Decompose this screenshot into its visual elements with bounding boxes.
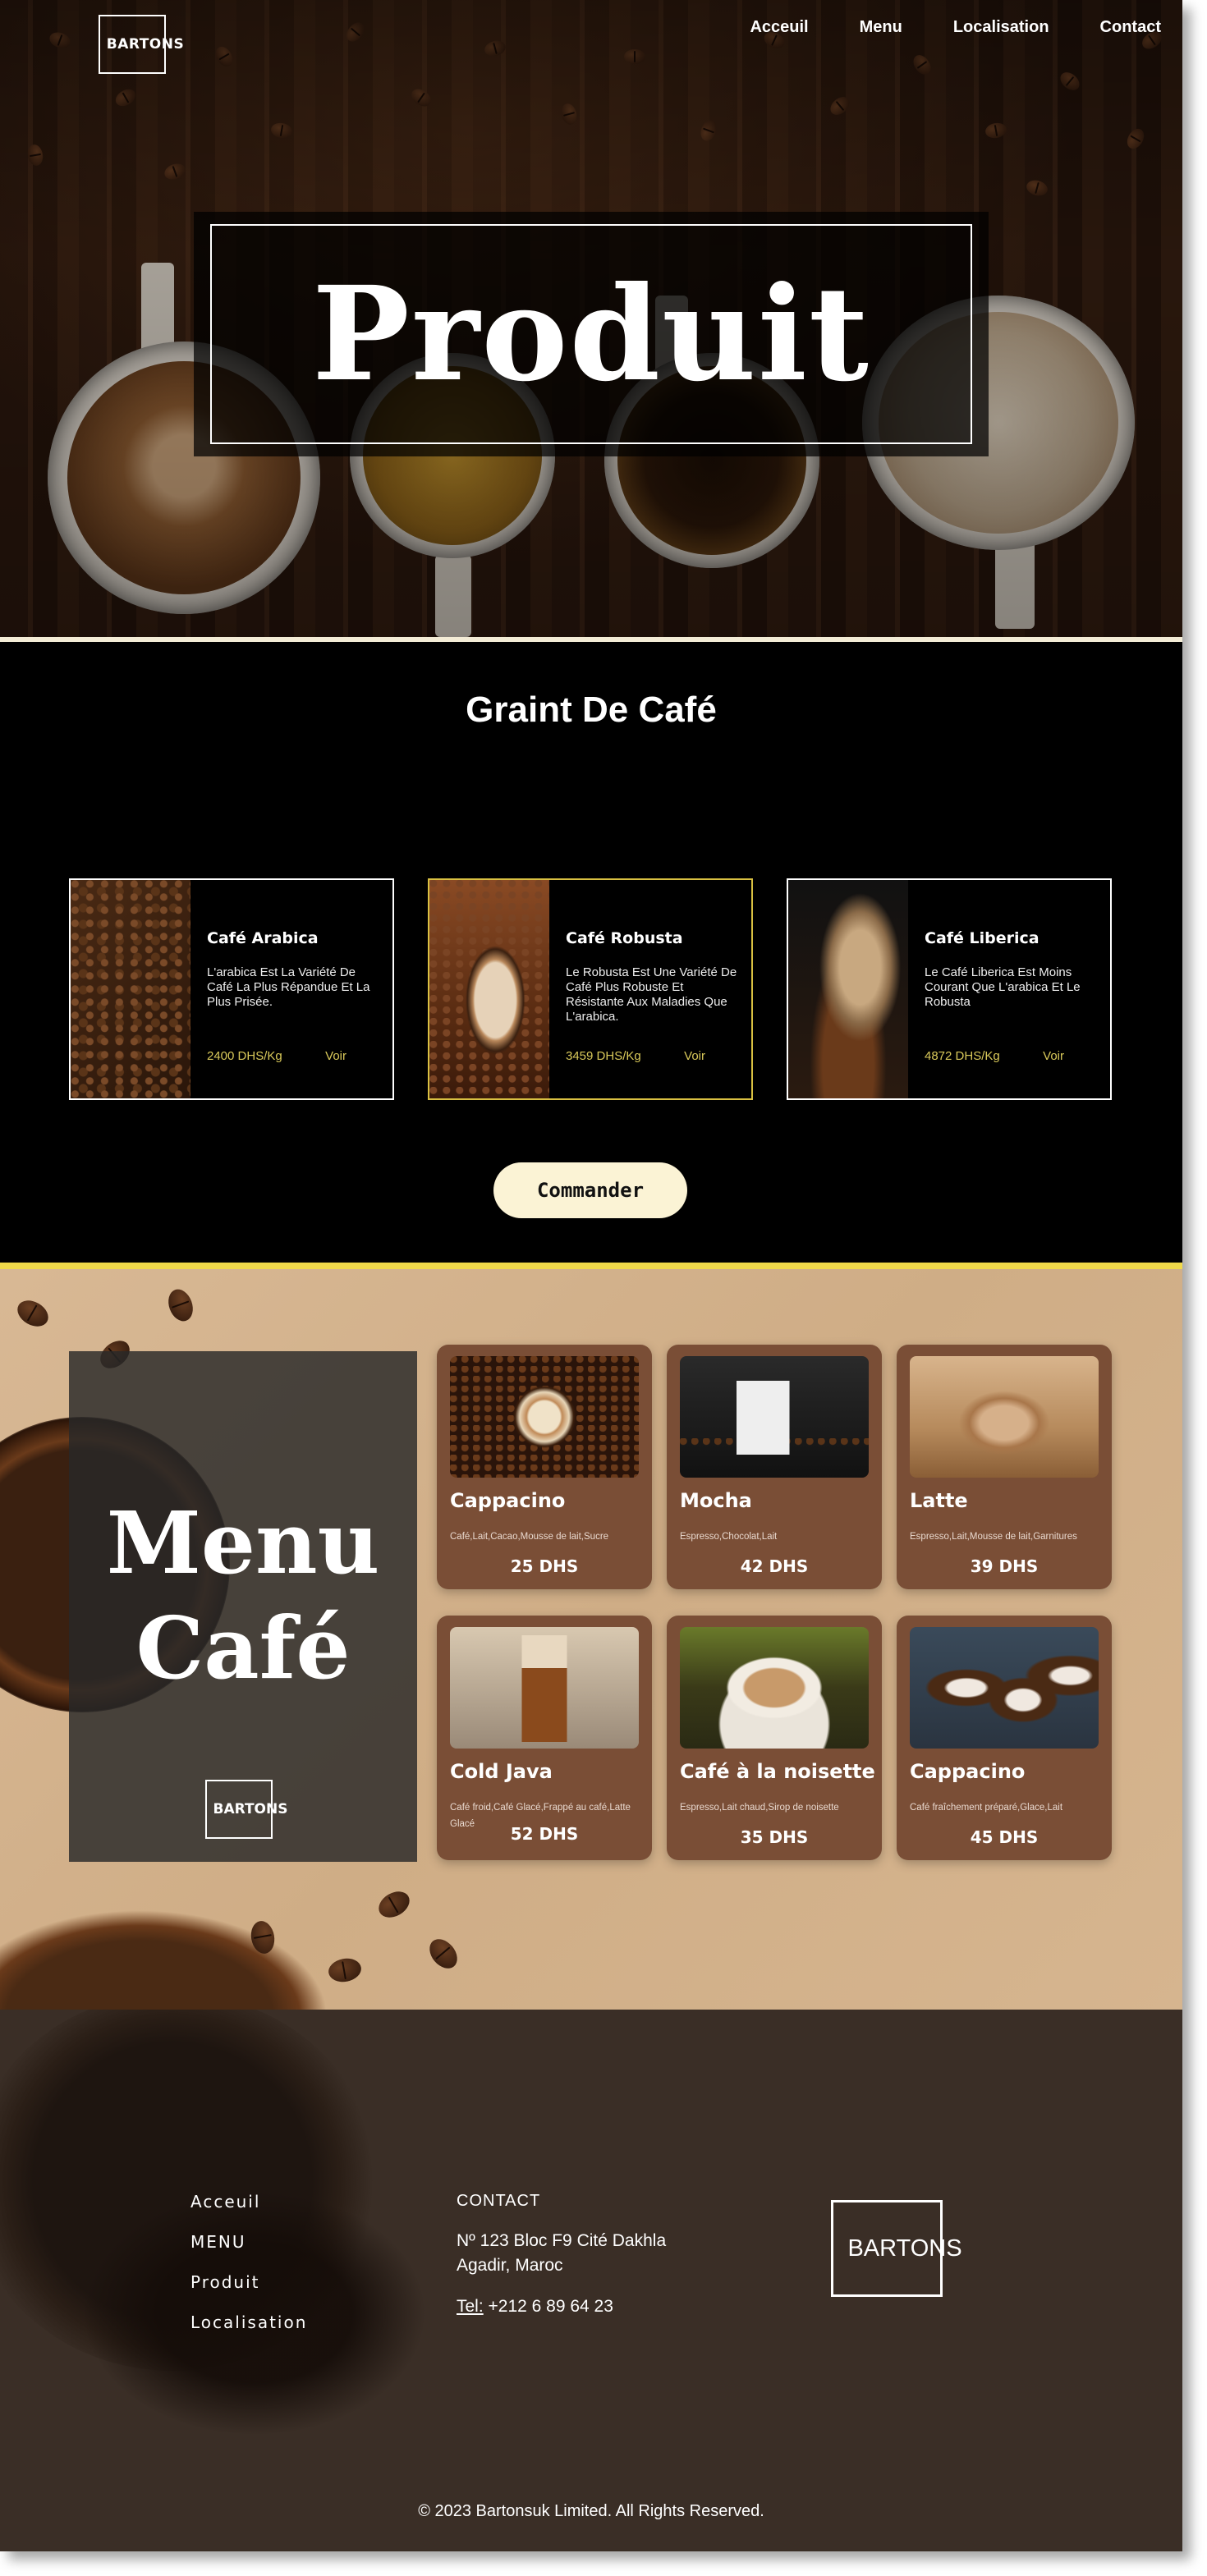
menu-item-name: Cold Java (450, 1760, 553, 1783)
menu-title: Menu Café (69, 1491, 417, 1701)
menu-item-name: Latte (910, 1489, 968, 1512)
phone-label[interactable]: Tel: (457, 2297, 484, 2316)
noisette-image (680, 1627, 869, 1749)
menu-logo: BARTONS (205, 1780, 287, 1839)
menu-item-description: Espresso,Lait,Mousse de lait,Garnitures (910, 1532, 1077, 1542)
hero-title: Produit (312, 258, 870, 410)
contact-phone: Tel: +212 6 89 64 23 (457, 2297, 613, 2317)
footer-link-acceuil[interactable]: Acceuil (190, 2192, 260, 2212)
hero-section: BARTONS Acceuil Menu Localisation Contac… (0, 0, 1182, 637)
menu-title-line1: Menu (106, 1492, 380, 1593)
menu-title-line2: Café (135, 1597, 351, 1698)
grain-name: Café Liberica (925, 929, 1039, 947)
menu-card[interactable]: Cold Java Café froid,Café Glacé,Frappé a… (437, 1616, 652, 1860)
grain-price: 4872 DHS/Kg (925, 1049, 1000, 1063)
menu-section: Menu Café BARTONS Cappacino Café,Lait,Ca… (0, 1269, 1182, 2010)
footer: Acceuil MENU Produit Localisation CONTAC… (0, 2010, 1182, 2551)
cappacino-image (450, 1356, 639, 1478)
menu-item-name: Cappacino (450, 1489, 566, 1512)
grains-title: Graint De Café (466, 690, 717, 730)
nav-menu[interactable]: Menu (860, 18, 902, 37)
footer-link-menu[interactable]: MENU (190, 2232, 246, 2252)
footer-link-produit[interactable]: Produit (190, 2272, 260, 2292)
grain-view-link[interactable]: Voir (325, 1049, 346, 1063)
menu-title-panel: Menu Café BARTONS (69, 1351, 417, 1862)
grain-card-liberica[interactable]: Café Liberica Le Café Liberica Est Moins… (787, 878, 1112, 1100)
order-button[interactable]: Commander (493, 1162, 687, 1218)
contact-address-line2: Agadir, Maroc (457, 2256, 563, 2275)
grain-description: L'arabica Est La Variété De Café La Plus… (207, 965, 370, 1009)
menu-item-price: 35 DHS (740, 1827, 809, 1847)
menu-item-description: Espresso,Lait chaud,Sirop de noisette (680, 1803, 839, 1813)
grain-name: Café Arabica (207, 929, 319, 947)
footer-link-localisation[interactable]: Localisation (190, 2312, 307, 2332)
robusta-image (429, 880, 549, 1098)
grain-card-robusta[interactable]: Café Robusta Le Robusta Est Une Variété … (428, 878, 753, 1100)
menu-item-description: Café fraîchement préparé,Glace,Lait (910, 1803, 1063, 1813)
menu-card[interactable]: Cappacino Café,Lait,Cacao,Mousse de lait… (437, 1345, 652, 1589)
menu-item-price: 52 DHS (510, 1824, 579, 1844)
nav-contact[interactable]: Contact (1100, 18, 1161, 37)
footer-logo: BARTONS (831, 2200, 962, 2297)
menu-item-name: Café à la noisette (680, 1760, 875, 1783)
menu-item-name: Mocha (680, 1489, 752, 1512)
cappacino-2-image (910, 1627, 1099, 1749)
grains-section: Graint De Café Café Arabica L'arabica Es… (0, 642, 1182, 1269)
site-logo[interactable]: BARTONS (99, 15, 184, 74)
grain-price: 3459 DHS/Kg (566, 1049, 641, 1063)
grain-name: Café Robusta (566, 929, 683, 947)
grain-view-link[interactable]: Voir (684, 1049, 705, 1063)
grain-description: Le Café Liberica Est Moins Courant Que L… (925, 965, 1081, 1009)
menu-card[interactable]: Mocha Espresso,Chocolat,Lait 42 DHS (667, 1345, 882, 1589)
contact-address-line1: Nº 123 Bloc F9 Cité Dakhla (457, 2231, 667, 2250)
menu-item-price: 25 DHS (510, 1556, 579, 1576)
liberica-image (788, 880, 908, 1098)
menu-item-price: 45 DHS (970, 1827, 1039, 1847)
nav-acceuil[interactable]: Acceuil (750, 18, 808, 37)
grains-divider (0, 1263, 1182, 1269)
grain-card-arabica[interactable]: Café Arabica L'arabica Est La Variété De… (69, 878, 394, 1100)
menu-item-price: 42 DHS (740, 1556, 809, 1576)
menu-item-description: Espresso,Chocolat,Lait (680, 1532, 778, 1542)
menu-card[interactable]: Café à la noisette Espresso,Lait chaud,S… (667, 1616, 882, 1860)
nav-localisation[interactable]: Localisation (953, 18, 1049, 37)
main-nav: Acceuil Menu Localisation Contact (750, 18, 1161, 37)
contact-title: CONTACT (457, 2192, 541, 2210)
cold-java-image (450, 1627, 639, 1749)
menu-card[interactable]: Cappacino Café fraîchement préparé,Glace… (897, 1616, 1112, 1860)
menu-card[interactable]: Latte Espresso,Lait,Mousse de lait,Garni… (897, 1345, 1112, 1589)
menu-item-price: 39 DHS (970, 1556, 1039, 1576)
latte-image (910, 1356, 1099, 1478)
grain-view-link[interactable]: Voir (1043, 1049, 1064, 1063)
phone-number: +212 6 89 64 23 (483, 2297, 613, 2316)
menu-item-description: Café,Lait,Cacao,Mousse de lait,Sucre (450, 1532, 609, 1542)
mocha-image (680, 1356, 869, 1478)
page: BARTONS Acceuil Menu Localisation Contac… (0, 0, 1182, 2551)
copyright: © 2023 Bartonsuk Limited. All Rights Res… (418, 2502, 764, 2520)
grain-price: 2400 DHS/Kg (207, 1049, 282, 1063)
arabica-image (71, 880, 190, 1098)
menu-item-name: Cappacino (910, 1760, 1026, 1783)
grain-description: Le Robusta Est Une Variété De Café Plus … (566, 965, 737, 1024)
